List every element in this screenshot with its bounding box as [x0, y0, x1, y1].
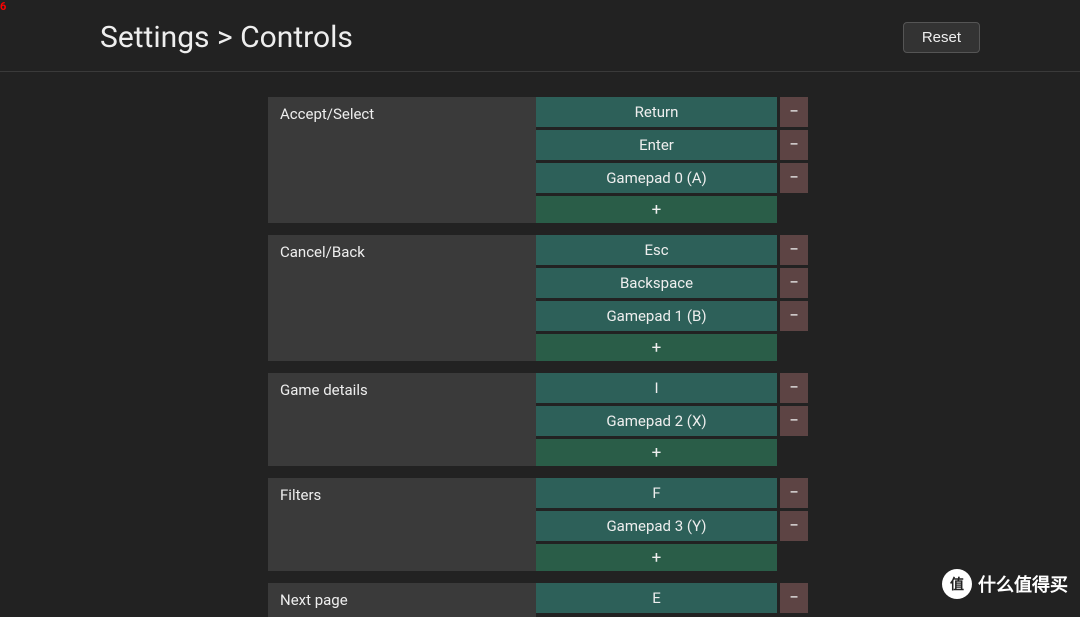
section-label: Cancel/Back — [268, 235, 536, 361]
header: Settings > Controls Reset — [0, 0, 1080, 72]
binding-row: Gamepad 3 (Y) − — [536, 511, 808, 541]
binding-key-button[interactable]: Return — [536, 97, 777, 127]
binding-key-button[interactable]: Gamepad 3 (Y) — [536, 511, 777, 541]
remove-binding-button[interactable]: − — [780, 478, 808, 508]
watermark-text: 什么值得买 — [978, 571, 1068, 597]
watermark: 值 什么值得买 — [942, 569, 1068, 599]
binding-key-button[interactable]: Enter — [536, 130, 777, 160]
binding-row: Gamepad 0 (A) − — [536, 163, 808, 193]
watermark-badge-icon: 值 — [942, 569, 972, 599]
binding-row: Gamepad 1 (B) − — [536, 301, 808, 331]
remove-binding-button[interactable]: − — [780, 511, 808, 541]
binding-row: Backspace − — [536, 268, 808, 298]
control-section-details: Game details I − Gamepad 2 (X) − + — [268, 373, 808, 466]
section-label: Game details — [268, 373, 536, 466]
binding-row: Return − — [536, 97, 808, 127]
add-binding-button[interactable]: + — [536, 334, 777, 361]
section-label: Next page — [268, 583, 536, 617]
section-bindings: Return − Enter − Gamepad 0 (A) − + — [536, 97, 808, 223]
control-section-cancel: Cancel/Back Esc − Backspace − Gamepad 1 … — [268, 235, 808, 361]
section-label: Filters — [268, 478, 536, 571]
remove-binding-button[interactable]: − — [780, 373, 808, 403]
section-bindings: I − Gamepad 2 (X) − + — [536, 373, 808, 466]
binding-row: Esc − — [536, 235, 808, 265]
binding-row: Enter − — [536, 130, 808, 160]
reset-button[interactable]: Reset — [903, 22, 980, 53]
controls-content: Accept/Select Return − Enter − Gamepad 0… — [268, 72, 808, 617]
remove-binding-button[interactable]: − — [780, 301, 808, 331]
section-bindings: F − Gamepad 3 (Y) − + — [536, 478, 808, 571]
binding-key-button[interactable]: Backspace — [536, 268, 777, 298]
remove-binding-button[interactable]: − — [780, 97, 808, 127]
binding-key-button[interactable]: Gamepad 0 (A) — [536, 163, 777, 193]
control-section-nextpage: Next page E − — [268, 583, 808, 617]
debug-indicator: 6 — [0, 0, 6, 13]
breadcrumb: Settings > Controls — [100, 20, 353, 55]
control-section-accept: Accept/Select Return − Enter − Gamepad 0… — [268, 97, 808, 223]
section-bindings: E − — [536, 583, 808, 617]
binding-key-button[interactable]: I — [536, 373, 777, 403]
binding-key-button[interactable]: Esc — [536, 235, 777, 265]
binding-key-button[interactable]: Gamepad 1 (B) — [536, 301, 777, 331]
remove-binding-button[interactable]: − — [780, 268, 808, 298]
section-bindings: Esc − Backspace − Gamepad 1 (B) − + — [536, 235, 808, 361]
binding-key-button[interactable]: Gamepad 2 (X) — [536, 406, 777, 436]
add-binding-button[interactable]: + — [536, 544, 777, 571]
control-section-filters: Filters F − Gamepad 3 (Y) − + — [268, 478, 808, 571]
binding-row: F − — [536, 478, 808, 508]
binding-row: Gamepad 2 (X) − — [536, 406, 808, 436]
add-binding-button[interactable]: + — [536, 439, 777, 466]
remove-binding-button[interactable]: − — [780, 406, 808, 436]
remove-binding-button[interactable]: − — [780, 163, 808, 193]
section-label: Accept/Select — [268, 97, 536, 223]
binding-key-button[interactable]: F — [536, 478, 777, 508]
remove-binding-button[interactable]: − — [780, 235, 808, 265]
add-binding-button[interactable]: + — [536, 196, 777, 223]
remove-binding-button[interactable]: − — [780, 130, 808, 160]
binding-row: I − — [536, 373, 808, 403]
